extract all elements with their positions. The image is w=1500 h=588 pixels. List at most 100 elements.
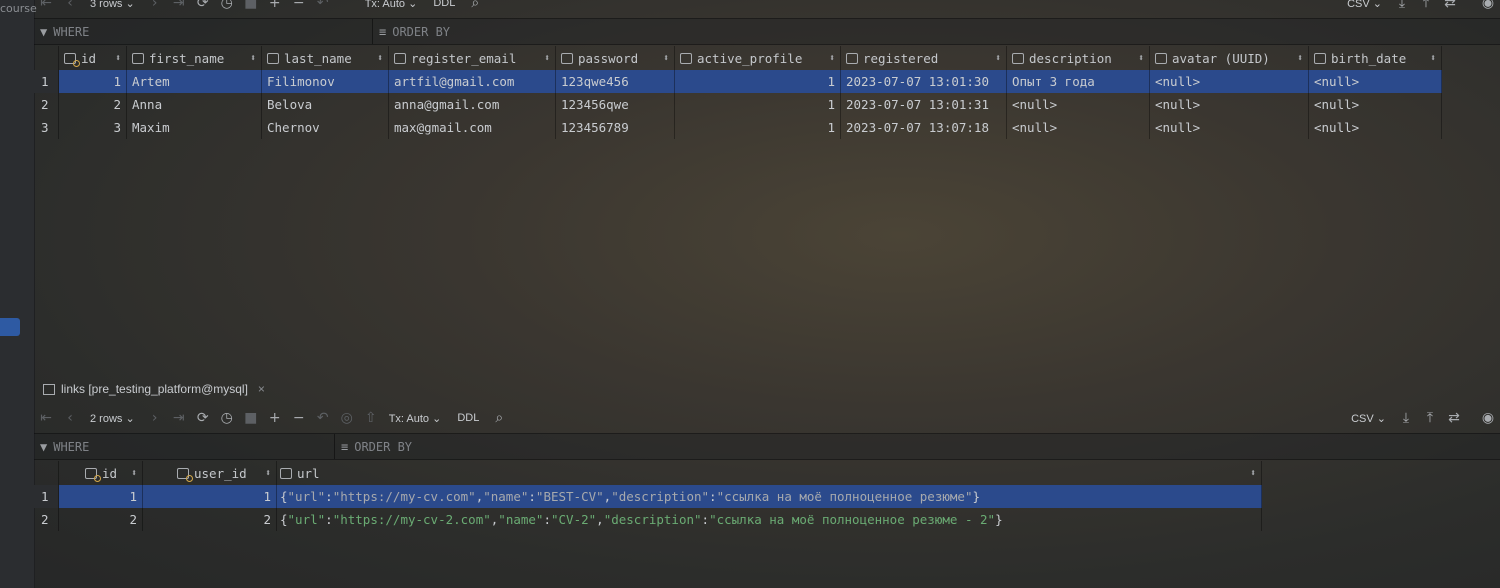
cell-birth-date[interactable]: <null> xyxy=(1309,93,1442,116)
cell-registered[interactable]: 2023-07-07 13:01:30 xyxy=(841,70,1007,93)
order-by-filter[interactable]: ≡ ORDER BY xyxy=(335,434,1500,459)
revert-icon[interactable]: ↶ xyxy=(311,407,335,429)
links-results-tab[interactable]: links [pre_testing_platform@mysql] × xyxy=(34,377,265,401)
cell-last-name[interactable]: Chernov xyxy=(262,116,389,139)
first-page-icon[interactable]: ⇤ xyxy=(34,0,58,14)
row-count-dropdown[interactable]: 2 rows ⌄ xyxy=(90,412,135,425)
cell-password[interactable]: 123qwe456 xyxy=(556,70,675,93)
export-format-dropdown[interactable]: CSV ⌄ xyxy=(1347,0,1382,10)
submit-icon[interactable]: ⇧ xyxy=(359,407,383,429)
sort-icon[interactable]: ⬍ xyxy=(109,53,121,64)
compare-icon[interactable]: ⇄ xyxy=(1438,0,1462,14)
sort-icon[interactable]: ⬍ xyxy=(538,53,550,64)
cell-password[interactable]: 123456qwe xyxy=(556,93,675,116)
last-page-icon[interactable]: ⇥ xyxy=(167,0,191,14)
sort-icon[interactable]: ⬍ xyxy=(657,53,669,64)
cell-description[interactable]: <null> xyxy=(1007,116,1150,139)
column-header-url[interactable]: url ⬍ xyxy=(277,461,1262,485)
tx-mode-dropdown[interactable]: Tx: Auto ⌄ xyxy=(365,0,418,10)
cell-id[interactable]: 3 xyxy=(59,116,127,139)
sort-icon[interactable]: ⬍ xyxy=(371,53,383,64)
sort-icon[interactable]: ⬍ xyxy=(244,53,256,64)
cell-register-email[interactable]: max@gmail.com xyxy=(389,116,556,139)
column-header-id[interactable]: id ⬍ xyxy=(59,46,127,70)
cell-first-name[interactable]: Anna xyxy=(127,93,262,116)
row-number[interactable]: 1 xyxy=(34,70,59,93)
column-header-registered[interactable]: registered ⬍ xyxy=(841,46,1007,70)
row-number[interactable]: 2 xyxy=(34,508,59,531)
stop-icon[interactable]: ■ xyxy=(239,0,263,14)
cell-active-profile[interactable]: 1 xyxy=(675,116,841,139)
sort-icon[interactable]: ⬍ xyxy=(1244,468,1256,479)
revert-icon[interactable]: ↶ xyxy=(311,0,335,14)
first-page-icon[interactable]: ⇤ xyxy=(34,407,58,429)
delete-row-icon[interactable]: − xyxy=(287,0,311,14)
export-format-dropdown[interactable]: CSV ⌄ xyxy=(1351,412,1386,425)
cell-register-email[interactable]: anna@gmail.com xyxy=(389,93,556,116)
column-header-birth-date[interactable]: birth_date ⬍ xyxy=(1309,46,1442,70)
column-header-avatar[interactable]: avatar (UUID) ⬍ xyxy=(1150,46,1309,70)
cell-description[interactable]: Опыт 3 года xyxy=(1007,70,1150,93)
column-header-password[interactable]: password ⬍ xyxy=(556,46,675,70)
column-header-last-name[interactable]: last_name ⬍ xyxy=(262,46,389,70)
table-row[interactable]: 2 2 2 {"url": " https://my-cv-2.com ", "na… xyxy=(34,508,1262,531)
table-row[interactable]: 1 1 1 {"url": " https://my-cv.com ", "name… xyxy=(34,485,1262,508)
cell-first-name[interactable]: Maxim xyxy=(127,116,262,139)
cell-last-name[interactable]: Filimonov xyxy=(262,70,389,93)
reload-icon[interactable]: ⟳ xyxy=(191,407,215,429)
add-row-icon[interactable]: + xyxy=(263,407,287,429)
column-header-active-profile[interactable]: active_profile ⬍ xyxy=(675,46,841,70)
cell-active-profile[interactable]: 1 xyxy=(675,70,841,93)
download-icon[interactable]: ⤓ xyxy=(1390,0,1414,14)
cell-avatar[interactable]: <null> xyxy=(1150,116,1309,139)
column-header-user-id[interactable]: user_id ⬍ xyxy=(143,461,277,485)
reload-icon[interactable]: ⟳ xyxy=(191,0,215,14)
history-icon[interactable]: ◷ xyxy=(215,407,239,429)
cell-url-json[interactable]: {"url": " https://my-cv.com ", "name": " BE… xyxy=(277,485,1262,508)
tx-mode-dropdown[interactable]: Tx: Auto ⌄ xyxy=(389,412,442,425)
last-page-icon[interactable]: ⇥ xyxy=(167,407,191,429)
cell-last-name[interactable]: Belova xyxy=(262,93,389,116)
cell-id[interactable]: 2 xyxy=(59,508,143,531)
table-row[interactable]: 2 2 Anna Belova anna@gmail.com 123456qwe… xyxy=(34,93,1442,116)
search-icon[interactable]: ⌕ xyxy=(463,0,487,14)
history-icon[interactable]: ◷ xyxy=(215,0,239,14)
upload-icon[interactable]: ⤒ xyxy=(1414,0,1438,14)
cell-registered[interactable]: 2023-07-07 13:07:18 xyxy=(841,116,1007,139)
close-icon[interactable]: × xyxy=(258,382,265,396)
cell-registered[interactable]: 2023-07-07 13:01:31 xyxy=(841,93,1007,116)
sort-icon[interactable]: ⬍ xyxy=(125,468,137,479)
cell-user-id[interactable]: 1 xyxy=(143,485,277,508)
row-count-dropdown[interactable]: 3 rows ⌄ xyxy=(90,0,135,10)
where-filter[interactable]: ▼ WHERE xyxy=(34,434,334,459)
download-icon[interactable]: ⤓ xyxy=(1394,407,1418,429)
delete-row-icon[interactable]: − xyxy=(287,407,311,429)
order-by-filter[interactable]: ≡ ORDER BY xyxy=(373,19,1500,44)
upload-icon[interactable]: ⤒ xyxy=(1418,407,1442,429)
prev-page-icon[interactable]: ‹ xyxy=(58,407,82,429)
search-icon[interactable]: ⌕ xyxy=(487,407,511,429)
where-filter[interactable]: ▼ WHERE xyxy=(34,19,372,44)
ddl-button[interactable]: DDL xyxy=(457,412,479,424)
column-header-description[interactable]: description ⬍ xyxy=(1007,46,1150,70)
cell-url-json[interactable]: {"url": " https://my-cv-2.com ", "name": "… xyxy=(277,508,1262,531)
compare-icon[interactable]: ⇄ xyxy=(1442,407,1466,429)
row-number[interactable]: 2 xyxy=(34,93,59,116)
row-number[interactable]: 1 xyxy=(34,485,59,508)
cell-id[interactable]: 1 xyxy=(59,485,143,508)
cell-register-email[interactable]: artfil@gmail.com xyxy=(389,70,556,93)
cell-id[interactable]: 1 xyxy=(59,70,127,93)
column-header-first-name[interactable]: first_name ⬍ xyxy=(127,46,262,70)
cell-birth-date[interactable]: <null> xyxy=(1309,116,1442,139)
cell-user-id[interactable]: 2 xyxy=(143,508,277,531)
cell-avatar[interactable]: <null> xyxy=(1150,70,1309,93)
ddl-button[interactable]: DDL xyxy=(433,0,455,9)
sort-icon[interactable]: ⬍ xyxy=(989,53,1001,64)
row-number[interactable]: 3 xyxy=(34,116,59,139)
cell-active-profile[interactable]: 1 xyxy=(675,93,841,116)
next-page-icon[interactable]: › xyxy=(143,0,167,14)
preview-icon[interactable]: ◎ xyxy=(335,407,359,429)
add-row-icon[interactable]: + xyxy=(263,0,287,14)
cell-birth-date[interactable]: <null> xyxy=(1309,70,1442,93)
sort-icon[interactable]: ⬍ xyxy=(823,53,835,64)
